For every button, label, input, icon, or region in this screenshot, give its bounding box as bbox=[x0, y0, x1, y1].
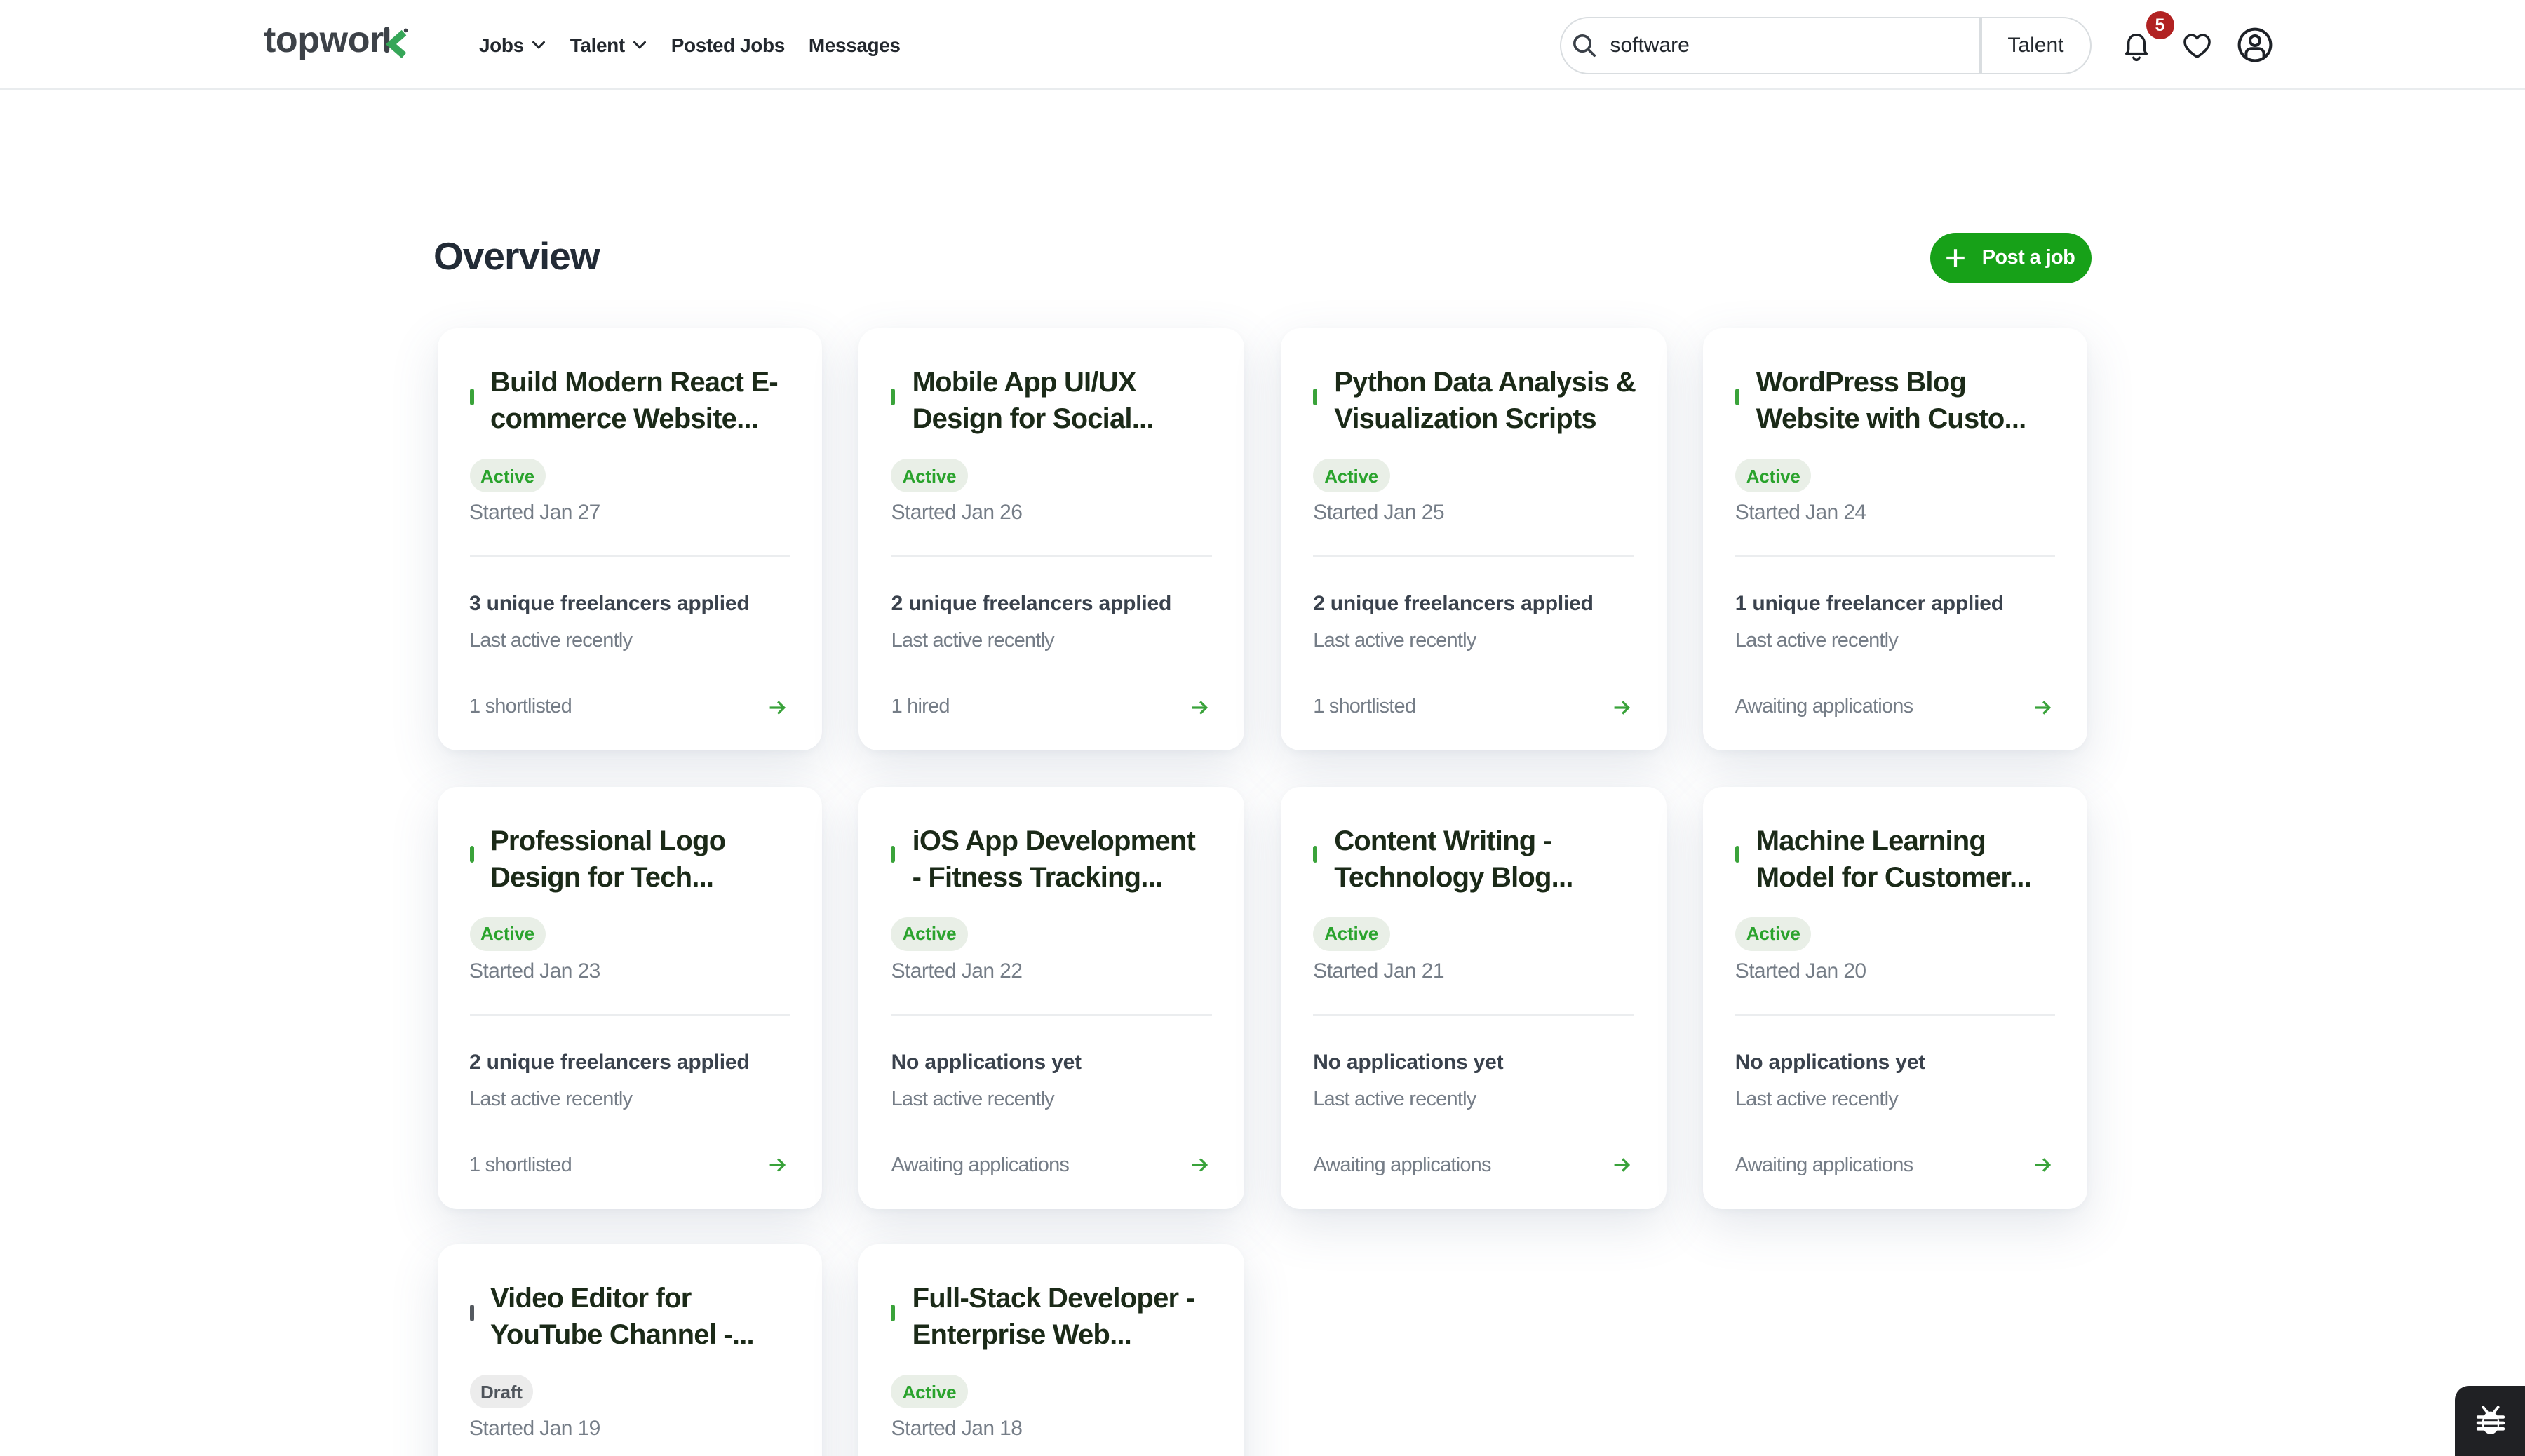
svg-text:topwor: topwor bbox=[264, 20, 384, 60]
